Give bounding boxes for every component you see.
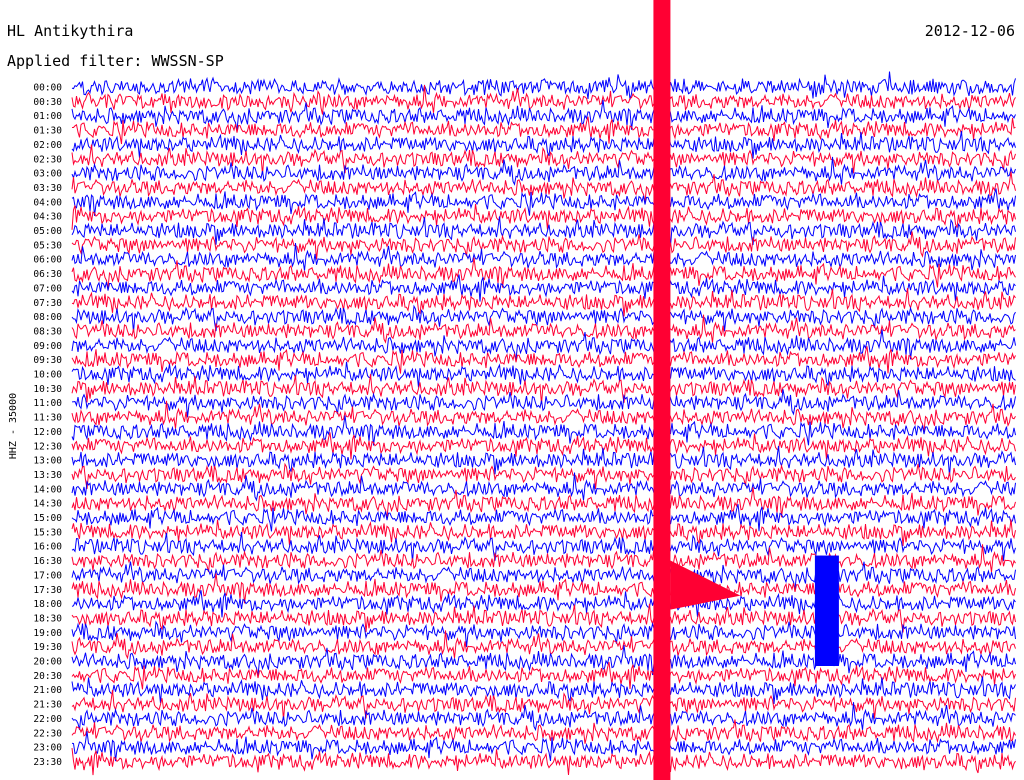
row-label-0600: 06:00 bbox=[33, 255, 62, 266]
filter-label: Applied filter: WWSSN-SP bbox=[7, 52, 224, 70]
date-label: 2012-12-06 bbox=[925, 22, 1015, 40]
row-label-0000: 00:00 bbox=[33, 83, 62, 94]
trace-row-1100 bbox=[71, 389, 1016, 418]
row-label-1400: 14:00 bbox=[33, 484, 62, 495]
row-label-0800: 08:00 bbox=[33, 312, 62, 323]
row-label-2330: 23:30 bbox=[33, 757, 62, 768]
row-label-2200: 22:00 bbox=[33, 714, 62, 725]
row-label-0630: 06:30 bbox=[33, 269, 62, 280]
row-label-1430: 14:30 bbox=[33, 499, 62, 510]
row-label-1530: 15:30 bbox=[33, 527, 62, 538]
trace-row-2100 bbox=[71, 676, 1016, 704]
trace-row-0300 bbox=[71, 156, 1016, 186]
row-label-1330: 13:30 bbox=[33, 470, 62, 481]
row-label-0100: 01:00 bbox=[33, 111, 62, 122]
local-event-burst bbox=[814, 555, 839, 666]
trace-row-0000 bbox=[71, 71, 1016, 100]
row-label-1730: 17:30 bbox=[33, 585, 62, 596]
row-label-1500: 15:00 bbox=[33, 513, 62, 524]
row-label-1200: 12:00 bbox=[33, 427, 62, 438]
row-label-1100: 11:00 bbox=[33, 398, 62, 409]
row-label-0200: 02:00 bbox=[33, 140, 62, 151]
row-label-1700: 17:00 bbox=[33, 570, 62, 581]
trace-row-2330 bbox=[71, 748, 1016, 776]
row-label-0930: 09:30 bbox=[33, 355, 62, 366]
y-axis-label: HHZ - 35000 bbox=[8, 393, 19, 459]
row-label-0030: 00:30 bbox=[33, 97, 62, 108]
row-label-0230: 02:30 bbox=[33, 154, 62, 165]
earthquake-signal bbox=[653, 0, 671, 780]
trace-row-0830 bbox=[71, 314, 1016, 344]
trace-row-2030 bbox=[71, 661, 1016, 690]
trace-row-0600 bbox=[71, 242, 1016, 271]
station-title: HL Antikythira bbox=[7, 22, 133, 40]
row-label-0430: 04:30 bbox=[33, 212, 62, 223]
row-label-0900: 09:00 bbox=[33, 341, 62, 352]
row-label-1800: 18:00 bbox=[33, 599, 62, 610]
row-label-1130: 11:30 bbox=[33, 413, 62, 424]
trace-row-1430 bbox=[71, 487, 1016, 518]
row-label-0730: 07:30 bbox=[33, 298, 62, 309]
row-label-1830: 18:30 bbox=[33, 613, 62, 624]
row-label-0830: 08:30 bbox=[33, 326, 62, 337]
row-label-0400: 04:00 bbox=[33, 197, 62, 208]
row-label-0130: 01:30 bbox=[33, 126, 62, 137]
seismogram-helicorder: 00:00 00:30 01:00 01:30 02:00 02:30 03:00 03:30… bbox=[7, 0, 1016, 780]
trace-row-1000 bbox=[71, 361, 1016, 388]
row-label-2230: 22:30 bbox=[33, 728, 62, 739]
row-label-0300: 03:00 bbox=[33, 169, 62, 180]
row-label-2030: 20:30 bbox=[33, 671, 62, 682]
trace-rows bbox=[71, 71, 1016, 776]
earthquake-coda bbox=[670, 560, 741, 610]
row-label-2300: 23:00 bbox=[33, 743, 62, 754]
row-label-0700: 07:00 bbox=[33, 283, 62, 294]
row-label-0500: 05:00 bbox=[33, 226, 62, 237]
row-label-2130: 21:30 bbox=[33, 700, 62, 711]
row-label-1000: 10:00 bbox=[33, 370, 62, 381]
row-label-1900: 19:00 bbox=[33, 628, 62, 639]
trace-row-0530 bbox=[71, 231, 1016, 260]
row-label-0330: 03:30 bbox=[33, 183, 62, 194]
trace-row-0230 bbox=[71, 144, 1016, 175]
trace-row-0400 bbox=[71, 188, 1016, 216]
row-label-1930: 19:30 bbox=[33, 642, 62, 653]
time-tick-labels: 00:00 00:30 01:00 01:30 02:00 02:30 03:00 03:30… bbox=[33, 83, 62, 768]
row-label-1630: 16:30 bbox=[33, 556, 62, 567]
row-label-1030: 10:30 bbox=[33, 384, 62, 395]
row-label-1300: 13:00 bbox=[33, 456, 62, 467]
row-label-1600: 16:00 bbox=[33, 542, 62, 553]
row-label-2000: 20:00 bbox=[33, 657, 62, 668]
row-label-2100: 21:00 bbox=[33, 685, 62, 696]
row-label-1230: 12:30 bbox=[33, 441, 62, 452]
trace-row-1600 bbox=[71, 532, 1016, 562]
row-label-0530: 05:30 bbox=[33, 240, 62, 251]
